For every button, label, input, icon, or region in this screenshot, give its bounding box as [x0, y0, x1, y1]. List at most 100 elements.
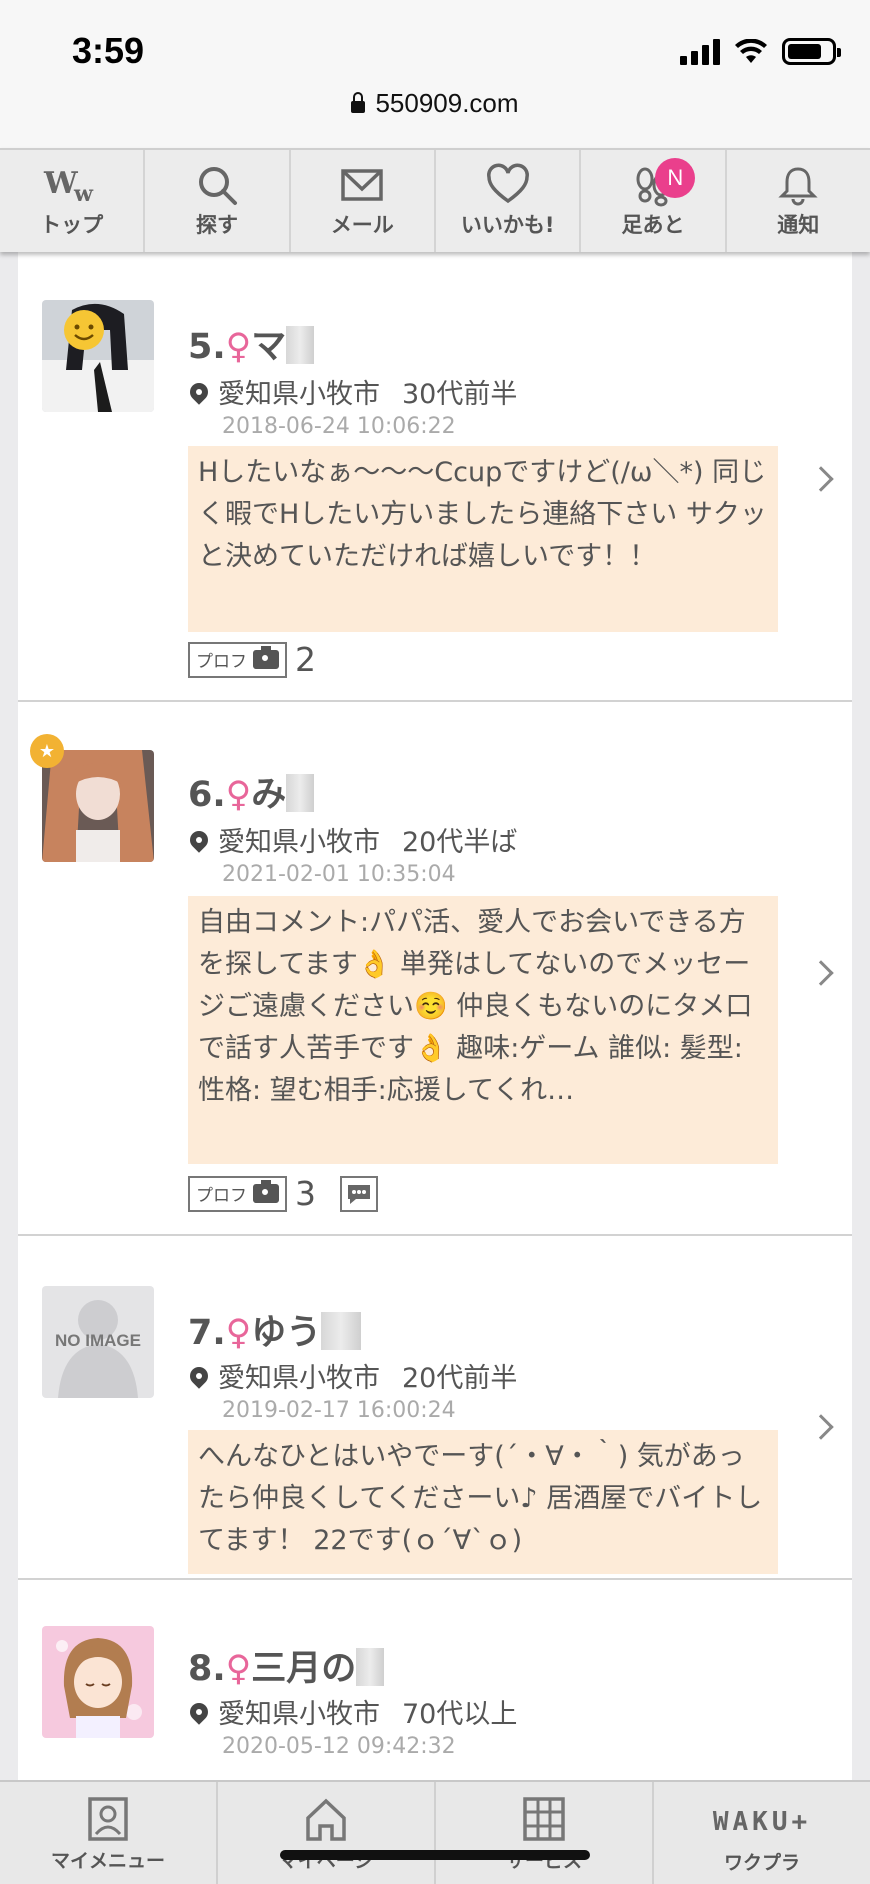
female-icon: ♀: [225, 775, 252, 815]
status-icons: [680, 38, 841, 65]
grid-icon: [523, 1797, 565, 1841]
status-bar: 3:59 550909.com: [0, 0, 870, 148]
profile-tags: プロフ 2: [188, 640, 316, 679]
chevron-right-icon[interactable]: [808, 466, 834, 492]
nav-label: いいかも!: [460, 213, 555, 237]
chevron-right-icon[interactable]: [808, 1414, 834, 1440]
mail-icon: [341, 169, 384, 201]
chevron-right-icon[interactable]: [808, 960, 834, 986]
female-icon: ♀: [225, 1649, 252, 1689]
profile-card-icon: [88, 1797, 128, 1841]
home-icon: [306, 1798, 346, 1841]
bnav-wakupura[interactable]: WAKU+ ワクプラ: [654, 1782, 870, 1884]
login-date: 2020-05-12 09:42:32: [222, 1734, 456, 1759]
profile-comment: へんなひとはいやでーす(´・∀・｀) 気があったら仲良くしてくださーい♪ 居酒屋…: [188, 1430, 778, 1574]
nav-notification[interactable]: 通知: [727, 150, 870, 252]
nav-like[interactable]: いいかも!: [436, 150, 582, 252]
rank-number: 7.: [188, 1313, 226, 1353]
age-text: 20代前半: [402, 1363, 518, 1394]
svg-text:w: w: [73, 181, 94, 207]
profile-location: 愛知県小牧市 20代前半: [186, 1356, 518, 1395]
heart-icon: [486, 163, 529, 204]
profile-tags: プロフ 3: [188, 1174, 378, 1213]
bnav-label: ワクプラ: [723, 1852, 800, 1874]
name-text: み: [251, 775, 287, 815]
lock-icon: [351, 92, 366, 113]
prof-photo-tag: プロフ: [188, 1175, 287, 1212]
star-badge-icon: ★: [30, 734, 64, 768]
rank-number: 8.: [188, 1649, 226, 1689]
blurred-name: [356, 1648, 385, 1686]
camera-icon: [253, 1180, 279, 1203]
avatar-photo: [42, 1626, 154, 1738]
nav-label: 通知: [777, 213, 820, 237]
age-text: 30代前半: [402, 379, 518, 410]
waku-plus-logo: WAKU+: [712, 1807, 812, 1837]
location-pin-icon: [186, 1699, 212, 1725]
location-pin-icon: [186, 827, 212, 853]
name-text: 三月の: [251, 1649, 357, 1689]
battery-icon: [782, 38, 841, 65]
female-icon: ♀: [225, 1313, 252, 1353]
nav-footprints[interactable]: 足あと N: [581, 150, 727, 252]
no-image-placeholder: NO IMAGE: [42, 1286, 154, 1398]
profile-location: 愛知県小牧市 20代半ば: [186, 820, 518, 859]
ww-logo-icon: W w: [43, 166, 94, 207]
bnav-label: マイメニュー: [50, 1850, 165, 1872]
avatar[interactable]: [42, 1626, 154, 1738]
profile-name: 5.♀マ: [188, 318, 315, 369]
profile-card[interactable]: 8.♀三月の 愛知県小牧市 70代以上 2020-05-12 09:42:32: [18, 1580, 852, 1780]
url-bar[interactable]: 550909.com: [0, 88, 870, 119]
avatar-photo: [42, 750, 154, 862]
profile-comment: Hしたいなぁ〜〜〜Ccupですけど(/ω＼*) 同じく暇でHしたい方いましたら連…: [188, 446, 778, 632]
login-date: 2019-02-17 16:00:24: [222, 1398, 456, 1423]
profile-list: 5.♀マ 愛知県小牧市 30代前半 2018-06-24 10:06:22 Hした…: [18, 252, 852, 1780]
location-text: 愛知県小牧市: [218, 827, 380, 858]
location-text: 愛知県小牧市: [218, 1363, 380, 1394]
location-text: 愛知県小牧市: [218, 379, 380, 410]
blurred-name: [286, 326, 315, 364]
avatar-photo: [42, 300, 154, 412]
top-nav: W w トップ 探す メール いいかも! 足あと N 通知: [0, 148, 870, 252]
prof-label: プロフ: [196, 652, 247, 672]
bottom-nav: マイメニュー マイページ サービス WAKU+ ワクプラ: [0, 1780, 870, 1884]
location-pin-icon: [186, 1363, 212, 1389]
chat-bubble-icon: [340, 1175, 378, 1212]
nav-search[interactable]: 探す: [145, 150, 291, 252]
bnav-my-menu[interactable]: マイメニュー: [0, 1782, 218, 1884]
avatar[interactable]: [42, 300, 154, 412]
blurred-name: [321, 1312, 362, 1350]
new-badge: N: [655, 158, 696, 198]
avatar[interactable]: NO IMAGE: [42, 1286, 154, 1398]
nav-label: 探す: [195, 213, 238, 237]
profile-comment: 自由コメント:パパ活、愛人でお会いできる方を探してます👌 単発はしてないのでメッ…: [188, 896, 778, 1164]
login-date: 2021-02-01 10:35:04: [222, 862, 456, 887]
age-text: 70代以上: [402, 1699, 518, 1730]
status-time: 3:59: [72, 30, 145, 71]
age-text: 20代半ば: [402, 827, 518, 858]
profile-card[interactable]: 5.♀マ 愛知県小牧市 30代前半 2018-06-24 10:06:22 Hした…: [18, 252, 852, 702]
avatar[interactable]: [42, 750, 154, 862]
profile-card[interactable]: NO IMAGE 7.♀ゆう 愛知県小牧市 20代前半 2019-02-17 16…: [18, 1236, 852, 1580]
prof-photo-tag: プロフ: [188, 641, 287, 678]
nav-label: 足あと: [621, 213, 685, 237]
nav-top[interactable]: W w トップ: [0, 150, 146, 252]
blurred-name: [286, 774, 315, 812]
bnav-service[interactable]: サービス: [436, 1782, 654, 1884]
bell-icon: [778, 167, 818, 206]
location-text: 愛知県小牧市: [218, 1699, 380, 1730]
nav-label: トップ: [40, 213, 104, 237]
rank-number: 5.: [188, 327, 226, 367]
signal-icon: [680, 38, 720, 65]
profile-location: 愛知県小牧市 70代以上: [186, 1692, 518, 1731]
nav-mail[interactable]: メール: [291, 150, 436, 252]
bnav-my-page[interactable]: マイページ: [218, 1782, 436, 1884]
prof-label: プロフ: [196, 1186, 247, 1206]
nav-label: メール: [330, 213, 394, 237]
wifi-icon: [735, 38, 767, 63]
profile-name: 6.♀み: [188, 766, 315, 817]
profile-card[interactable]: ★ 6.♀み 愛知県小牧市 20代半ば 2021-02-01 10:35:04 自…: [18, 702, 852, 1236]
location-pin-icon: [186, 379, 212, 405]
photo-count: 3: [295, 1174, 316, 1213]
rank-number: 6.: [188, 775, 226, 815]
